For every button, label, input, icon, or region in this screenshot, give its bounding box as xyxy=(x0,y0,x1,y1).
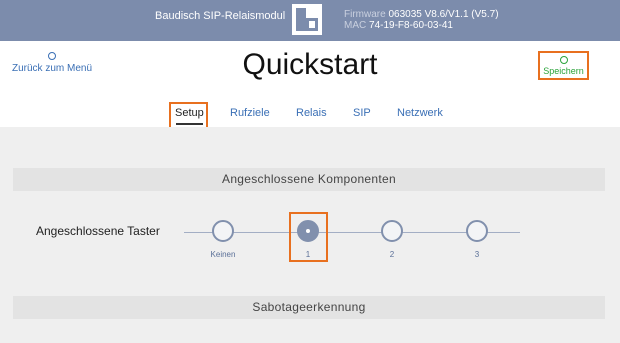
selection-highlight-box xyxy=(289,212,328,262)
page-title: Quickstart xyxy=(242,48,378,81)
active-tab-underline xyxy=(176,123,203,125)
buttons-selector-label: Angeschlossene Taster xyxy=(36,224,160,238)
firmware-info: Firmware 063035 V8.6/V1.1 (V5.7) MAC 74-… xyxy=(344,9,499,31)
option-label-3: 3 xyxy=(474,250,480,259)
brand-logo xyxy=(292,4,322,35)
option-keinen-knob[interactable] xyxy=(212,220,234,242)
save-button[interactable]: Speichern xyxy=(538,51,589,80)
tab-bar: Setup Rufziele Relais SIP Netzwerk xyxy=(0,107,620,127)
option-label-keinen: Keinen xyxy=(210,250,236,259)
tab-netzwerk[interactable]: Netzwerk xyxy=(397,107,443,119)
tab-relais[interactable]: Relais xyxy=(296,107,327,119)
tab-sip[interactable]: SIP xyxy=(353,107,371,119)
firmware-label: Firmware xyxy=(344,9,386,20)
mac-label: MAC xyxy=(344,20,367,31)
option-3-knob[interactable] xyxy=(466,220,488,242)
header-bar: Baudisch SIP-Relaismodul Firmware 063035… xyxy=(0,0,620,41)
device-name: Baudisch SIP-Relaismodul xyxy=(155,10,286,22)
firmware-value: 063035 V8.6/V1.1 (V5.7) xyxy=(388,9,499,20)
tab-highlight-box xyxy=(169,102,208,130)
section-header-components: Angeschlossene Komponenten xyxy=(13,168,605,191)
section-header-tamper: Sabotageerkennung xyxy=(13,296,605,319)
tab-rufziele[interactable]: Rufziele xyxy=(230,107,270,119)
option-2-knob[interactable] xyxy=(381,220,403,242)
option-label-2: 2 xyxy=(389,250,395,259)
save-label: Speichern xyxy=(543,66,584,76)
mac-value: 74-19-F8-60-03-41 xyxy=(369,20,453,31)
circle-icon xyxy=(559,56,568,64)
